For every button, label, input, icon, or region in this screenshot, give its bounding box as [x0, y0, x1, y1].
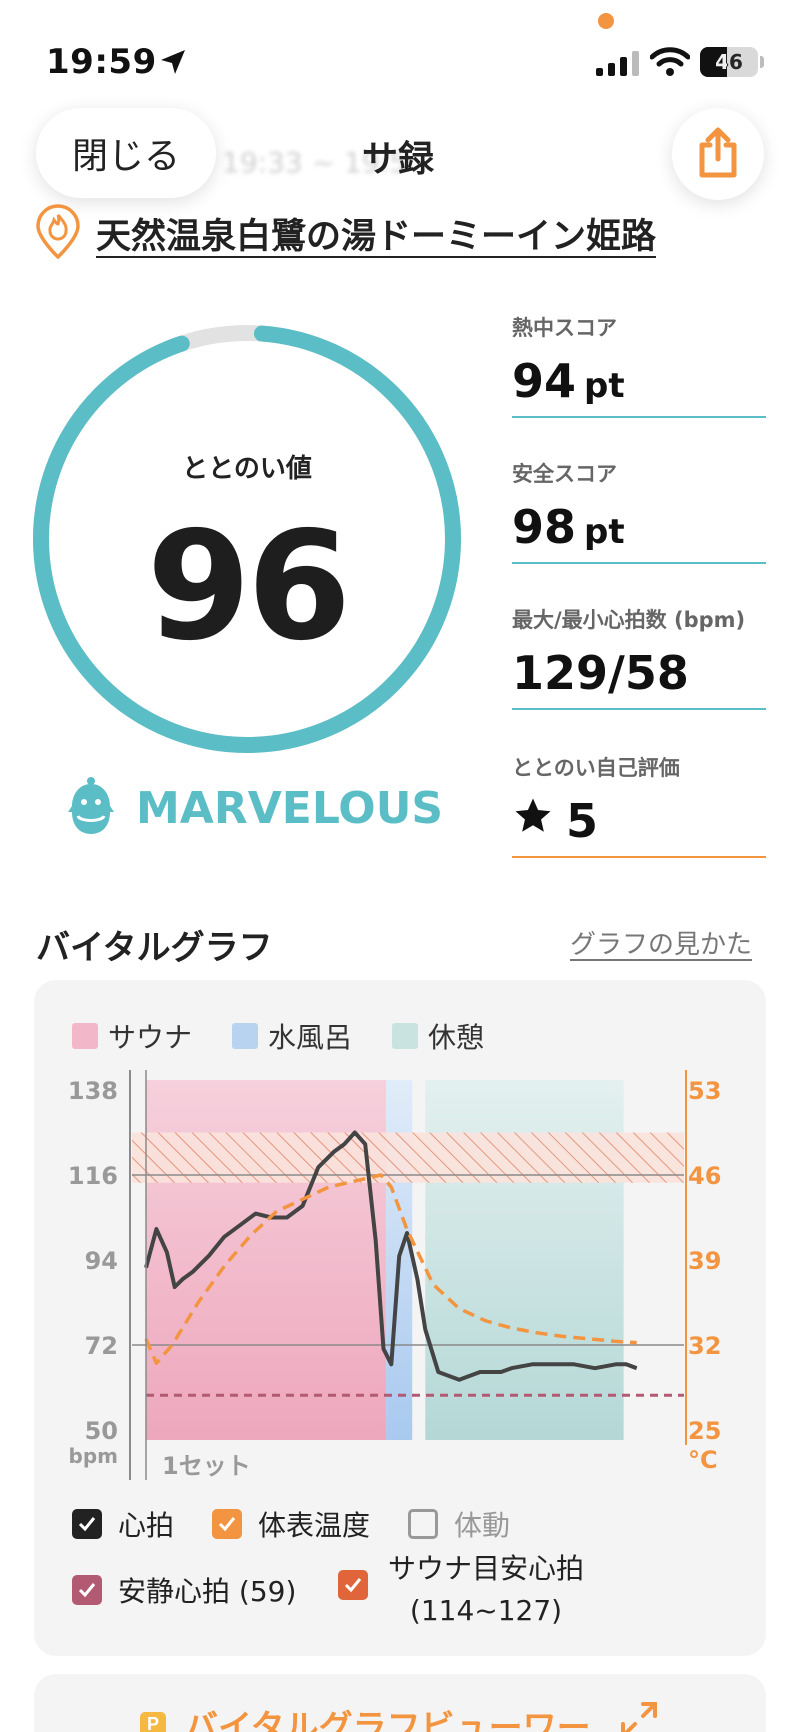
checkbox-checked-icon [72, 1575, 102, 1605]
y-left-tick: 138 [68, 1077, 118, 1105]
y-left-tick: 94 [85, 1247, 118, 1275]
battery-level: 46 [715, 50, 743, 74]
close-button[interactable]: 閉じる [36, 108, 216, 198]
vital-graph-title: バイタルグラフ [36, 928, 273, 968]
y-left-tick: 116 [68, 1162, 118, 1190]
score-label: ととのい値 [182, 454, 312, 484]
y-left-unit: bpm [69, 1444, 118, 1468]
metric-unit: pt [584, 366, 625, 406]
x-label: 1セット [162, 1452, 251, 1480]
graph-howto-link[interactable]: グラフの見かた [570, 924, 752, 961]
y-left-tick: 50 [85, 1417, 118, 1445]
y-right-tick: 39 [688, 1247, 721, 1275]
phase-legend: サウナ 水風呂 休憩 [72, 1016, 524, 1056]
location-arrow-icon [158, 47, 188, 81]
metric-label: 最大/最小心拍数 (bpm) [512, 608, 746, 632]
metric-value: 129/58 [512, 646, 689, 700]
facility-link[interactable]: 天然温泉白鷺の湯ドーミーイン姫路 [34, 202, 656, 264]
expand-icon [619, 1700, 659, 1732]
premium-badge-icon: P [140, 1711, 166, 1732]
metric-value: 94 [512, 354, 577, 408]
metric-value: 98 [512, 500, 577, 554]
toggle-target-hr[interactable] [338, 1570, 384, 1600]
sauna-pin-icon [34, 202, 82, 264]
checkbox-checked-icon [72, 1509, 102, 1539]
vital-chart: 138 116 94 72 50 53 46 39 32 25 bpm °C 1セット [68, 1070, 721, 1480]
vital-viewer-button[interactable]: P バイタルグラフビューワー [140, 1700, 659, 1732]
share-icon [696, 127, 740, 182]
legend-cold-bath: 水風呂 [232, 1016, 352, 1056]
metric-unit: pt [584, 512, 625, 552]
toggle-resting-hr[interactable]: 安静心拍 (59) [72, 1570, 296, 1610]
checkbox-checked-icon [338, 1570, 368, 1600]
facility-name[interactable]: 天然温泉白鷺の湯ドーミーイン姫路 [96, 208, 656, 259]
share-button[interactable] [672, 108, 764, 200]
checkbox-checked-icon [212, 1509, 242, 1539]
toggle-heart-rate[interactable]: 心拍 [72, 1504, 174, 1544]
battery-icon: 46 [700, 47, 758, 77]
status-time: 19:59 [46, 42, 157, 82]
metric-heart-rate: 最大/最小心拍数 (bpm) 129/58 [512, 604, 766, 710]
metric-self-rating: ととのい自己評価 5 [512, 752, 766, 858]
toggle-body-motion[interactable]: 体動 [408, 1504, 510, 1544]
metric-label: 熱中スコア [512, 316, 617, 340]
rank-badge: MARVELOUS [64, 776, 443, 840]
star-icon [512, 794, 554, 848]
legend-sauna: サウナ [72, 1016, 192, 1056]
metric-label: ととのい自己評価 [512, 756, 680, 780]
wifi-icon [649, 46, 691, 82]
y-right-tick: 46 [688, 1162, 721, 1190]
y-left-tick: 72 [85, 1332, 118, 1360]
y-right-tick: 25 [688, 1417, 721, 1445]
y-right-tick: 53 [688, 1077, 721, 1105]
score-value: 96 [146, 500, 352, 674]
checkbox-unchecked-icon [408, 1509, 438, 1539]
metric-value: 5 [566, 794, 599, 848]
legend-rest: 休憩 [392, 1016, 484, 1056]
metric-label: 安全スコア [512, 462, 617, 486]
rank-label: MARVELOUS [136, 782, 444, 834]
sauna-hat-icon [64, 776, 118, 840]
cellular-signal-icon [596, 50, 640, 80]
metric-safety-score: 安全スコア 98 pt [512, 458, 766, 564]
y-right-tick: 32 [688, 1332, 721, 1360]
recording-dot-icon [598, 13, 614, 29]
y-right-unit: °C [688, 1446, 718, 1474]
target-hr-label: サウナ目安心拍 (114~127) [387, 1552, 584, 1627]
metric-heat-score: 熱中スコア 94 pt [512, 312, 766, 418]
status-bar: 19:59 46 [0, 0, 800, 110]
toggle-skin-temp[interactable]: 体表温度 [212, 1504, 370, 1544]
page-title: サ録 [362, 139, 435, 180]
